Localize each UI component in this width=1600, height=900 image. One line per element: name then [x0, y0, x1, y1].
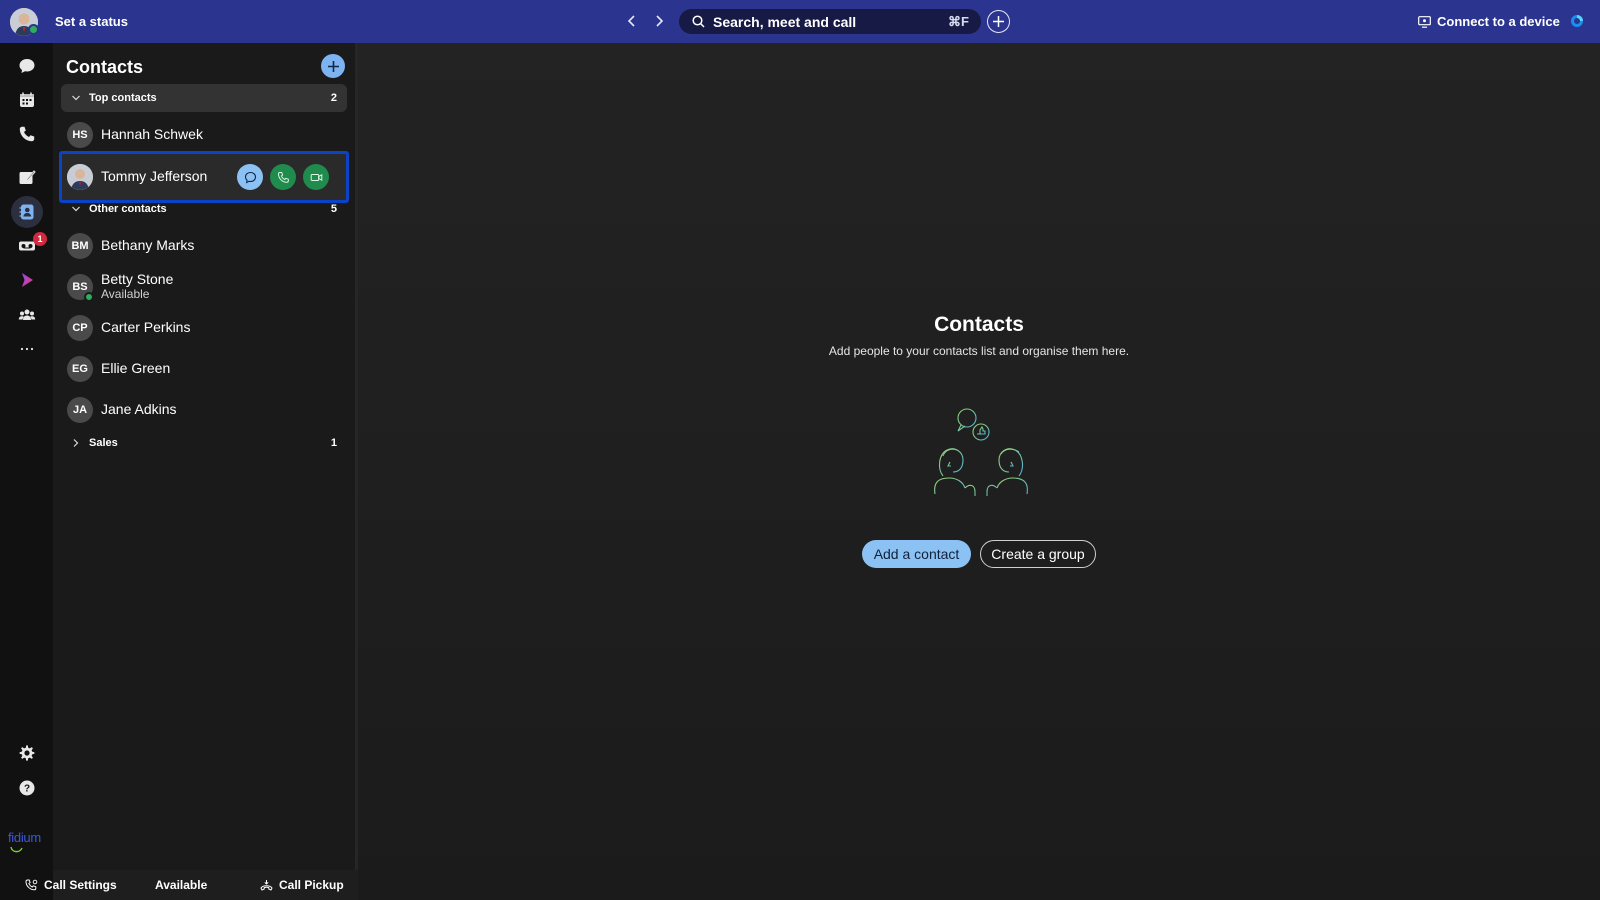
messaging-icon[interactable] — [11, 50, 43, 82]
call-pickup-icon — [260, 879, 273, 891]
chevron-down-icon — [72, 95, 80, 101]
avatar: JA — [67, 397, 93, 423]
call-settings-label: Call Settings — [44, 878, 117, 892]
presence-dot — [28, 24, 39, 35]
avatar: BM — [67, 233, 93, 259]
contact-row-bethany-marks[interactable]: BM Bethany Marks — [61, 226, 347, 266]
presence-dot — [84, 292, 94, 302]
search-icon — [692, 15, 705, 28]
panel-title: Contacts — [66, 57, 144, 77]
calendar-icon[interactable] — [11, 84, 43, 116]
video-call-button[interactable] — [303, 164, 329, 190]
contacts-illustration — [934, 408, 1028, 496]
chat-button[interactable] — [237, 164, 263, 190]
contact-row-ellie-green[interactable]: EG Ellie Green — [61, 349, 347, 389]
contact-row-carter-perkins[interactable]: CP Carter Perkins — [61, 308, 347, 348]
chevron-right-icon — [73, 439, 79, 447]
svg-text:?: ? — [24, 784, 30, 795]
bottom-bar: Call Settings Available Call Pickup — [0, 870, 360, 900]
contact-row-jane-adkins[interactable]: JA Jane Adkins — [61, 390, 347, 430]
group-label: Sales — [89, 437, 118, 449]
settings-gear-icon[interactable] — [11, 737, 43, 769]
add-contact-button[interactable]: Add a contact — [862, 540, 971, 568]
contact-name: Bethany Marks — [101, 237, 195, 253]
chat-icon — [244, 171, 256, 183]
contact-name: Tommy Jefferson — [101, 168, 208, 184]
voicemail-icon[interactable]: 1 — [11, 230, 47, 262]
avatar: CP — [67, 315, 93, 341]
contact-status: Available — [101, 287, 150, 301]
contacts-panel: Contacts Top contacts 2 HS Hannah Schwek… — [53, 43, 355, 870]
contact-name: Carter Perkins — [101, 319, 191, 335]
avatar: EG — [67, 356, 93, 382]
new-item-button[interactable] — [987, 10, 1010, 33]
connect-to-device-button[interactable]: Connect to a device — [1418, 14, 1560, 29]
call-pickup-label: Call Pickup — [279, 878, 344, 892]
create-group-button[interactable]: Create a group — [980, 540, 1096, 568]
top-bar: Set a status Search, meet and call ⌘F Co… — [0, 0, 1600, 43]
phone-icon[interactable] — [11, 118, 43, 150]
availability-label: Available — [155, 878, 208, 892]
navigation-rail: 1 ? fidium — [0, 43, 53, 900]
set-status-button[interactable]: Set a status — [55, 14, 128, 29]
group-count: 5 — [330, 203, 337, 215]
contact-name: Ellie Green — [101, 360, 171, 376]
contact-row-betty-stone[interactable]: BS Betty Stone Available — [61, 267, 347, 307]
search-shortcut: ⌘F — [948, 14, 969, 29]
webex-logo-icon — [1571, 15, 1583, 27]
group-count: 1 — [330, 437, 337, 449]
group-top-contacts[interactable]: Top contacts 2 — [61, 84, 347, 112]
webex-apps-icon[interactable] — [11, 264, 43, 296]
plus-icon — [993, 16, 1004, 27]
contact-name: Betty Stone — [101, 271, 174, 287]
help-icon[interactable]: ? — [11, 772, 43, 804]
plus-icon — [327, 60, 339, 72]
device-icon — [1418, 15, 1431, 28]
call-settings-icon — [25, 879, 38, 890]
group-label: Other contacts — [89, 203, 167, 215]
contact-name: Jane Adkins — [101, 401, 177, 417]
avatar — [67, 164, 93, 190]
more-icon[interactable] — [11, 333, 43, 365]
add-contact-panel-button[interactable] — [321, 54, 345, 78]
page-title: Contacts — [934, 313, 1024, 336]
avatar: HS — [67, 122, 93, 148]
contact-row-hannah-schwek[interactable]: HS Hannah Schwek — [61, 115, 347, 155]
brand-logo: fidium — [8, 830, 41, 845]
whiteboard-icon[interactable] — [11, 161, 43, 193]
group-count: 2 — [330, 92, 337, 104]
search-bar[interactable]: Search, meet and call ⌘F — [679, 9, 981, 34]
connect-label: Connect to a device — [1437, 14, 1560, 29]
forward-arrow-icon[interactable] — [650, 12, 668, 30]
back-arrow-icon[interactable] — [623, 12, 641, 30]
chevron-down-icon — [72, 206, 80, 212]
search-placeholder: Search, meet and call — [713, 14, 857, 30]
group-other-contacts[interactable]: Other contacts 5 — [61, 195, 347, 223]
group-sales[interactable]: Sales 1 — [61, 429, 347, 457]
call-pickup-button[interactable]: Call Pickup — [260, 878, 344, 892]
group-label: Top contacts — [89, 92, 157, 104]
phone-icon — [277, 171, 289, 183]
video-icon — [310, 173, 322, 181]
page-subtitle: Add people to your contacts list and org… — [828, 344, 1130, 358]
teams-icon[interactable] — [11, 299, 43, 331]
contact-name: Hannah Schwek — [101, 126, 203, 142]
availability-status-button[interactable]: Available — [155, 878, 207, 892]
brand-swoosh-icon — [10, 846, 23, 853]
voicemail-badge: 1 — [33, 232, 47, 246]
main-content: Contacts Add people to your contacts lis… — [358, 43, 1600, 900]
contacts-icon[interactable] — [11, 196, 43, 228]
audio-call-button[interactable] — [270, 164, 296, 190]
call-settings-button[interactable]: Call Settings — [25, 878, 117, 892]
